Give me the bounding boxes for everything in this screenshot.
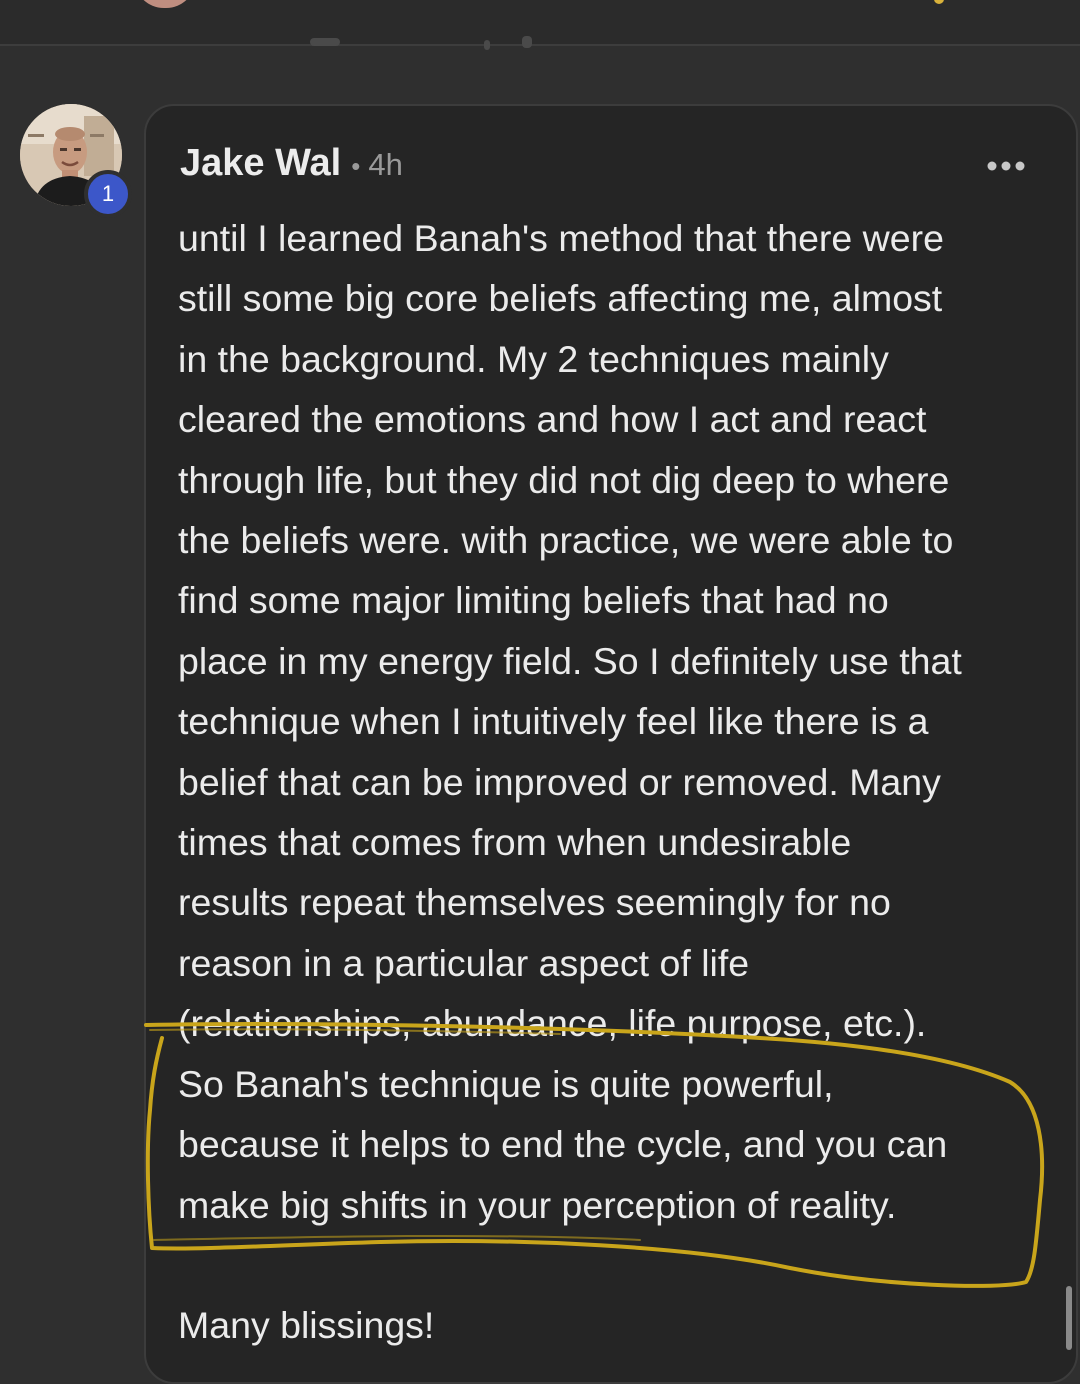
scrollbar-thumb[interactable] [1066, 1286, 1072, 1350]
more-options-icon[interactable] [986, 158, 1026, 174]
previous-item-strip [0, 0, 1080, 46]
comment-timestamp[interactable]: 4h [368, 147, 402, 183]
previous-text-fragment [300, 34, 540, 50]
meta-separator: • [351, 151, 361, 181]
comment-card: Jake Wal • 4h until I learned Banah's me… [144, 104, 1078, 1384]
comment-body: until I learned Banah's method that ther… [178, 208, 1038, 1355]
previous-avatar-fragment [134, 0, 196, 8]
comment-header: Jake Wal • 4h [180, 142, 403, 185]
author-name[interactable]: Jake Wal [180, 142, 341, 185]
previous-indicator-dot [934, 0, 944, 4]
notification-badge: 1 [84, 170, 132, 218]
comment-closing: Many blissings! [178, 1303, 435, 1346]
comment-text: until I learned Banah's method that ther… [178, 217, 962, 1226]
